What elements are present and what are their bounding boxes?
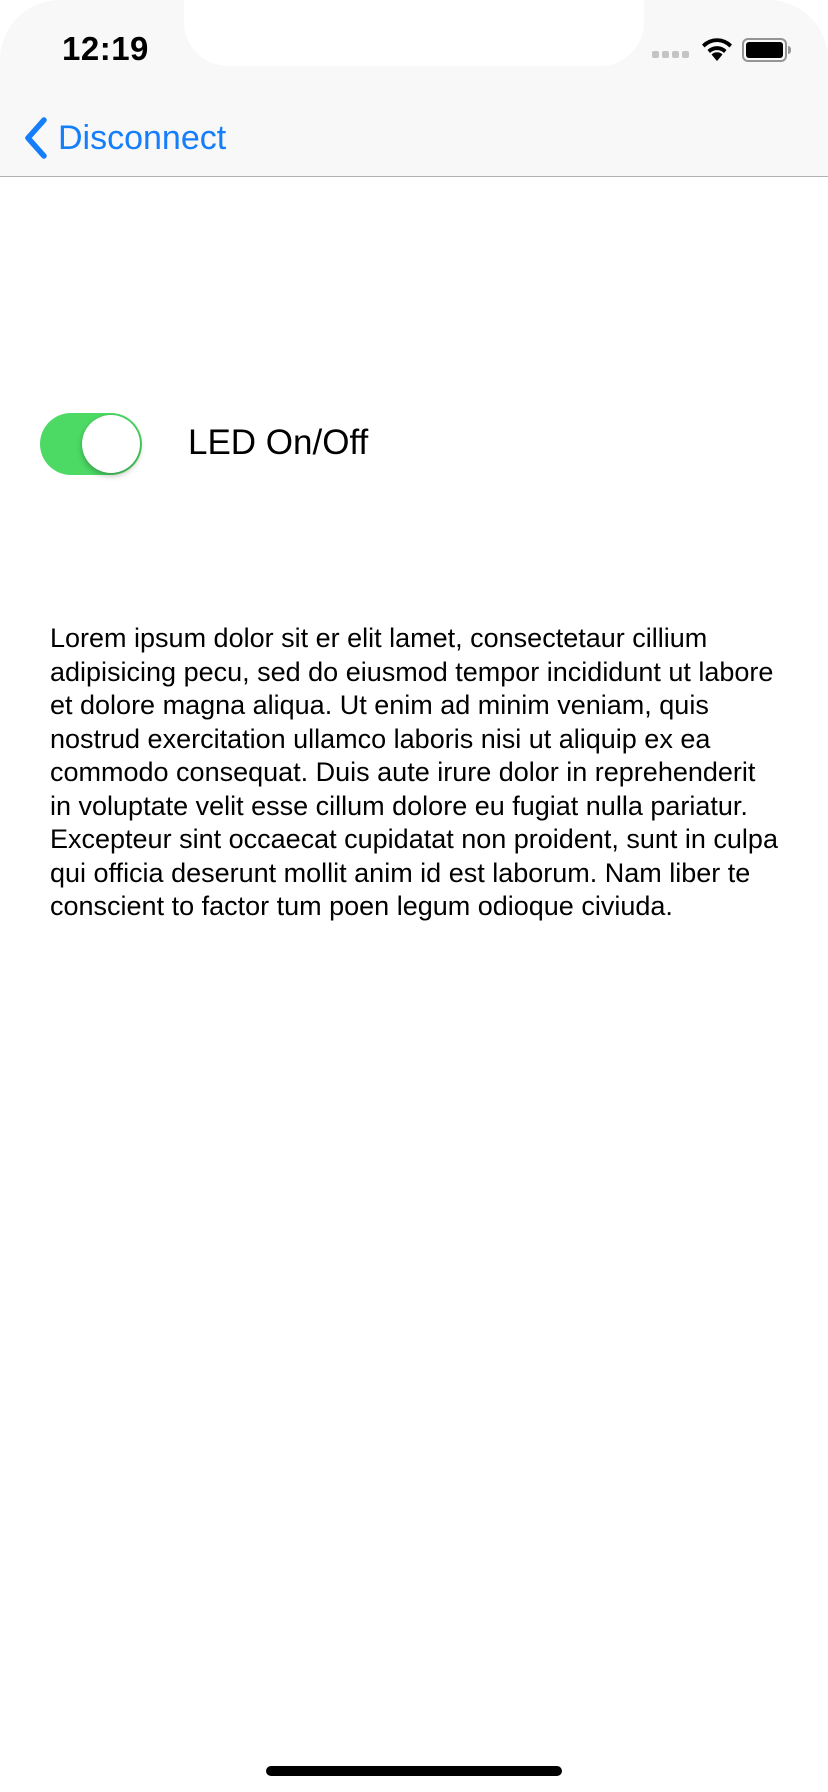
device-notch [184, 0, 644, 66]
led-toggle-switch[interactable] [40, 413, 142, 475]
battery-icon [742, 38, 791, 62]
toggle-knob [82, 415, 140, 473]
disconnect-back-button[interactable]: Disconnect [22, 108, 226, 168]
status-bar: 12:19 [0, 0, 828, 100]
home-indicator[interactable] [266, 1766, 562, 1776]
disconnect-label: Disconnect [58, 118, 227, 157]
screen-corner-left [0, 0, 60, 60]
chevron-left-icon [25, 117, 47, 159]
status-time: 12:19 [62, 30, 149, 67]
navigation-bar: Disconnect [0, 100, 828, 177]
description-text: Lorem ipsum dolor sit er elit lamet, con… [50, 623, 778, 921]
led-toggle-label: LED On/Off [188, 423, 369, 462]
cellular-signal-icon [652, 51, 689, 58]
wifi-icon [702, 38, 732, 61]
